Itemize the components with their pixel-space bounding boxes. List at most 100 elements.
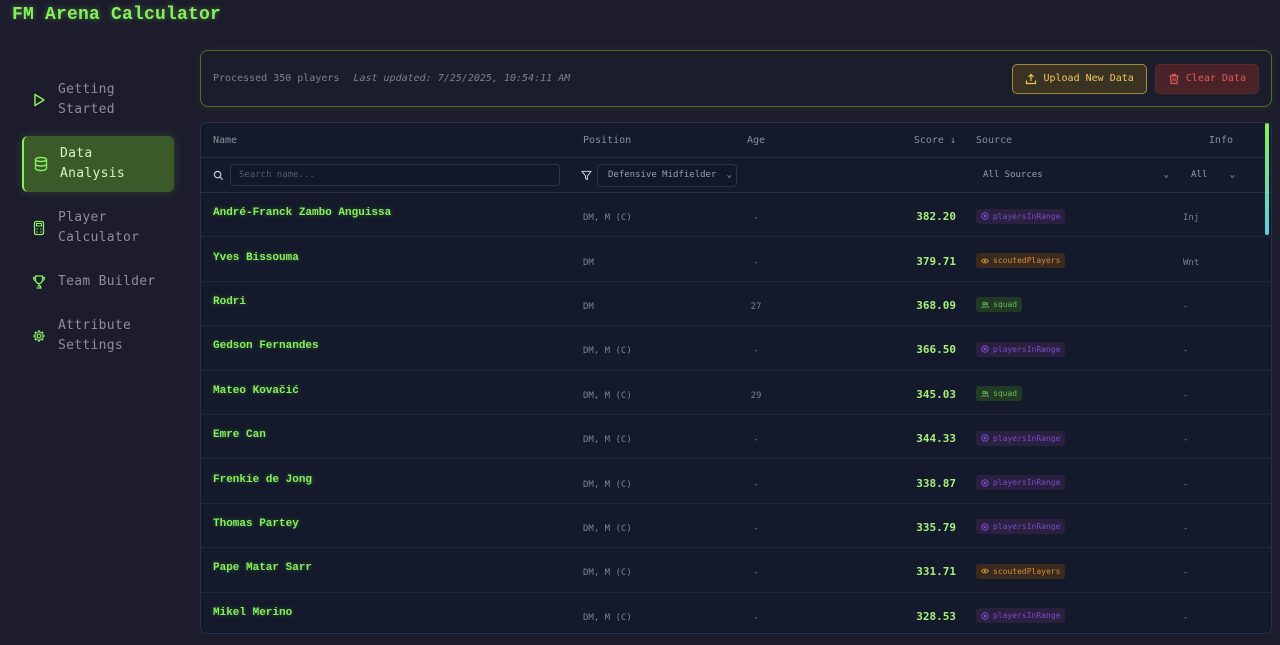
sidebar-item-player-calculator[interactable]: Player Calculator — [22, 200, 174, 256]
users-icon — [981, 301, 989, 309]
table-row[interactable]: Emre Can DM, M (C) - 344.33 playersInRan… — [201, 415, 1271, 460]
table-row[interactable]: Mateo Kovačić DM, M (C) 29 345.03 squad … — [201, 371, 1271, 415]
app-title: FM Arena Calculator — [12, 5, 222, 25]
player-name[interactable]: Thomas Partey — [213, 518, 299, 530]
position-select-value: Defensive Midfielder — [608, 170, 717, 180]
filter-row: Defensive Midfielder ⌄ All Sources ⌄ All… — [201, 158, 1271, 193]
eye-icon — [981, 257, 989, 265]
player-score: 328.53 — [916, 609, 956, 623]
player-name[interactable]: Yves Bissouma — [213, 252, 299, 264]
processed-count: Processed 350 players — [213, 73, 340, 84]
calculator-icon — [30, 219, 48, 237]
player-age: - — [753, 612, 759, 623]
source-badge: scoutedPlayers — [976, 253, 1066, 269]
player-age: 29 — [750, 390, 762, 401]
upload-new-data-button[interactable]: Upload New Data — [1012, 63, 1147, 94]
table-body: André-Franck Zambo Anguissa DM, M (C) - … — [201, 193, 1271, 633]
users-icon — [981, 390, 989, 398]
table-row[interactable]: Rodri DM 27 368.09 squad - — [201, 282, 1271, 327]
header-age[interactable]: Age — [701, 135, 811, 146]
info-select[interactable]: All ⌄ — [1189, 164, 1239, 187]
eye-icon — [981, 567, 989, 575]
player-score: 345.03 — [916, 387, 956, 401]
source-badge: playersInRange — [976, 519, 1066, 535]
source-label: playersInRange — [993, 211, 1061, 221]
position-select[interactable]: Defensive Midfielder ⌄ — [597, 163, 737, 187]
header-position[interactable]: Position — [571, 135, 701, 146]
player-info: - — [1183, 346, 1189, 357]
table-row[interactable]: André-Franck Zambo Anguissa DM, M (C) - … — [201, 193, 1271, 238]
player-position: DM, M (C) — [583, 435, 632, 446]
sidebar-item-label: Getting Started — [58, 82, 115, 117]
target-icon — [981, 212, 989, 220]
player-name[interactable]: Frenkie de Jong — [213, 474, 312, 486]
source-label: squad — [993, 300, 1018, 310]
player-info: Inj — [1183, 213, 1200, 224]
upload-icon — [1025, 73, 1037, 85]
player-name[interactable]: Emre Can — [213, 429, 266, 441]
sidebar-item-data-analysis[interactable]: Data Analysis — [22, 136, 174, 192]
search-input[interactable] — [230, 164, 560, 186]
sidebar-item-team-builder[interactable]: Team Builder — [22, 264, 174, 300]
player-name[interactable]: Rodri — [213, 296, 246, 308]
player-score: 338.87 — [916, 476, 956, 490]
data-status-bar: Processed 350 players Last updated: 7/25… — [200, 50, 1272, 107]
sidebar-item-getting-started[interactable]: Getting Started — [22, 72, 174, 128]
table-row[interactable]: Mikel Merino DM, M (C) - 328.53 playersI… — [201, 593, 1271, 633]
source-label: playersInRange — [993, 433, 1061, 443]
upload-label: Upload New Data — [1043, 73, 1134, 84]
table-row[interactable]: Pape Matar Sarr DM, M (C) - 331.71 scout… — [201, 548, 1271, 593]
header-info[interactable]: Info — [1171, 135, 1271, 146]
source-badge: playersInRange — [976, 430, 1066, 446]
source-select[interactable]: All Sources ⌄ — [973, 164, 1173, 187]
table-header: Name Position Age Score ↓ Source Info — [201, 123, 1271, 158]
source-label: squad — [993, 389, 1018, 399]
source-label: playersInRange — [993, 522, 1061, 532]
info-select-value: All — [1191, 170, 1208, 180]
sidebar-item-label: Attribute Settings — [58, 318, 132, 353]
player-score: 368.09 — [916, 298, 956, 312]
target-icon — [981, 345, 989, 354]
filter-icon — [581, 170, 592, 181]
status-actions: Upload New Data Clear Data — [1012, 63, 1259, 94]
player-info: - — [1183, 479, 1189, 490]
sidebar: Getting Started Data Analysis Player Cal… — [22, 72, 174, 372]
source-badge: scoutedPlayers — [976, 563, 1066, 579]
target-icon — [981, 212, 989, 220]
player-position: DM, M (C) — [583, 612, 632, 623]
header-source[interactable]: Source — [961, 135, 1171, 146]
last-updated: Last updated: 7/25/2025, 10:54:11 AM — [353, 73, 571, 84]
player-name[interactable]: Mikel Merino — [213, 607, 292, 619]
scrollbar-thumb[interactable] — [1265, 123, 1269, 235]
clear-label: Clear Data — [1185, 73, 1246, 84]
player-info: - — [1183, 612, 1189, 623]
player-name[interactable]: Mateo Kovačić — [213, 385, 299, 397]
player-age: - — [753, 213, 759, 224]
target-icon — [981, 612, 989, 620]
player-position: DM — [583, 301, 594, 312]
table-row[interactable]: Yves Bissouma DM - 379.71 scoutedPlayers… — [201, 237, 1271, 282]
player-position: DM, M (C) — [583, 479, 632, 490]
player-name[interactable]: Gedson Fernandes — [213, 340, 319, 352]
player-score: 335.79 — [916, 520, 956, 534]
header-score[interactable]: Score ↓ — [811, 135, 961, 146]
table-row[interactable]: Frenkie de Jong DM, M (C) - 338.87 playe… — [201, 459, 1271, 504]
player-info: - — [1183, 523, 1189, 534]
position-filter: Defensive Midfielder ⌄ — [571, 163, 737, 187]
player-info: Wnt — [1183, 257, 1200, 268]
users-icon — [981, 301, 989, 309]
player-age: - — [753, 568, 759, 579]
source-select-value: All Sources — [983, 170, 1043, 180]
source-badge: playersInRange — [976, 475, 1066, 491]
player-age: - — [753, 523, 759, 534]
player-name[interactable]: André-Franck Zambo Anguissa — [213, 207, 391, 219]
clear-data-button[interactable]: Clear Data — [1154, 63, 1259, 94]
source-badge: squad — [976, 297, 1023, 313]
sidebar-item-label: Player Calculator — [58, 210, 140, 245]
player-name[interactable]: Pape Matar Sarr — [213, 562, 312, 574]
header-name[interactable]: Name — [201, 135, 571, 146]
table-row[interactable]: Thomas Partey DM, M (C) - 335.79 players… — [201, 504, 1271, 549]
table-row[interactable]: Gedson Fernandes DM, M (C) - 366.50 play… — [201, 326, 1271, 371]
sidebar-item-attribute-settings[interactable]: Attribute Settings — [22, 308, 174, 364]
sidebar-item-label: Team Builder — [58, 274, 156, 289]
